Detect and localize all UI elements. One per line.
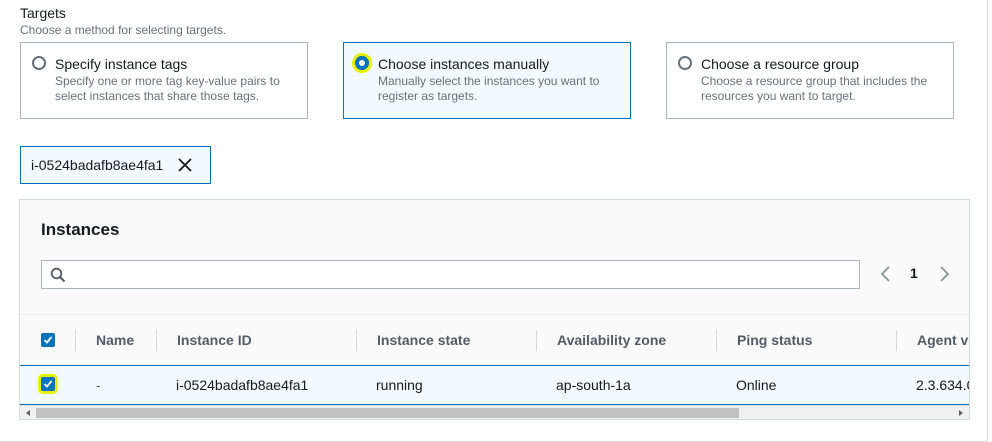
column-separator [156,330,157,351]
tile-description: Choose a resource group that includes th… [701,74,928,103]
column-header-availability-zone[interactable]: Availability zone [557,315,666,365]
tile-description: Specify one or more tag key-value pairs … [55,74,280,103]
search-icon [50,267,66,283]
close-icon[interactable] [177,157,193,173]
column-header-instance-id[interactable]: Instance ID [177,315,252,365]
selected-instance-token: i-0524badafb8ae4fa1 [20,146,211,184]
scroll-left-icon[interactable] [20,406,36,419]
chevron-left-icon[interactable] [878,262,894,286]
tile-choose-instances-manually[interactable]: Choose instances manually Manually selec… [343,42,631,119]
chevron-right-icon[interactable] [936,262,952,286]
cell-availability-zone: ap-south-1a [556,377,631,393]
cell-name: - [96,377,101,393]
scrollbar-thumb[interactable] [36,408,739,418]
table-header: Name Instance ID Instance state Availabi… [20,315,969,365]
select-all-checkbox[interactable] [41,333,55,347]
column-separator [716,330,717,351]
horizontal-scrollbar[interactable] [20,405,969,419]
tile-specify-instance-tags[interactable]: Specify instance tags Specify one or mor… [20,42,308,119]
tile-choose-resource-group[interactable]: Choose a resource group Choose a resourc… [666,42,954,119]
cell-instance-state: running [376,377,423,393]
column-separator [896,330,897,351]
tile-title: Specify instance tags [55,56,188,72]
targets-description: Choose a method for selecting targets. [20,23,227,37]
radio-choose-resource-group[interactable] [678,56,692,70]
page-number[interactable]: 1 [910,265,918,281]
token-label: i-0524badafb8ae4fa1 [31,157,164,173]
column-header-name[interactable]: Name [96,315,134,365]
radio-choose-instances-manually[interactable] [355,56,369,70]
tile-description: Manually select the instances you want t… [378,74,600,103]
search-input[interactable] [72,263,852,286]
instances-panel: Instances 1 Name Instance ID Instance st… [19,199,970,420]
table-row[interactable]: - i-0524badafb8ae4fa1 running ap-south-1… [20,365,969,405]
cell-instance-id: i-0524badafb8ae4fa1 [176,377,309,393]
search-box [41,260,860,289]
column-header-instance-state[interactable]: Instance state [377,315,470,365]
targets-title: Targets [20,5,66,21]
radio-specify-instance-tags[interactable] [32,56,46,70]
row-checkbox[interactable] [41,377,55,391]
column-separator [536,330,537,351]
column-header-agent-version[interactable]: Agent ve [917,315,969,365]
column-separator [356,330,357,351]
scroll-right-icon[interactable] [953,406,969,419]
column-separator [75,330,76,351]
cell-ping-status: Online [736,377,777,393]
instances-panel-header: Instances 1 [20,200,969,315]
tile-title: Choose instances manually [378,56,550,72]
instances-title: Instances [41,220,120,239]
column-header-ping-status[interactable]: Ping status [737,315,812,365]
cell-agent-version: 2.3.634.0 [916,377,970,393]
tile-title: Choose a resource group [701,56,859,72]
